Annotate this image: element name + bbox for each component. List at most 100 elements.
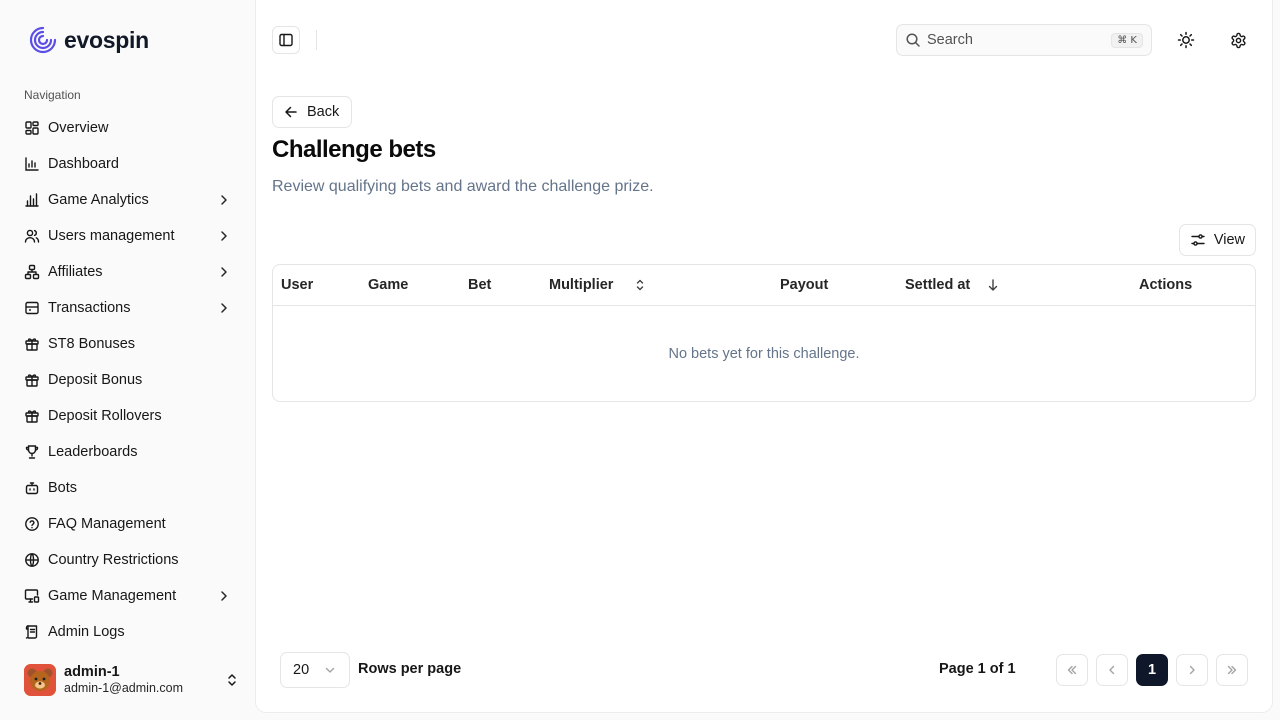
next-page-button[interactable] [1176,654,1208,686]
sidebar-item-leaderboards[interactable]: Leaderboards [16,434,240,470]
sun-icon [1177,31,1195,49]
user-email: admin-1@admin.com [64,681,183,696]
page-subtitle: Review qualifying bets and award the cha… [272,178,654,195]
gift-icon [24,336,40,352]
column-header-bet: Bet [468,277,492,293]
back-button[interactable]: Back [272,96,353,128]
column-header-user: User [281,277,314,293]
column-header-settled-at[interactable]: Settled at [905,265,1000,305]
chevron-right-icon [216,588,232,604]
column-header-payout: Payout [780,277,829,293]
sidebar-nav: Overview Dashboard Game Analytics Users … [16,110,240,650]
scroll-icon [24,624,40,640]
previous-page-button[interactable] [1096,654,1128,686]
bar-chart-icon [24,156,40,172]
gift-icon [24,372,40,388]
grid-icon [24,120,40,136]
sidebar-item-label: Affiliates [48,264,103,280]
gear-icon [1230,32,1247,49]
user-menu[interactable]: admin-1 admin-1@admin.com [24,664,240,696]
sidebar-item-label: Game Management [48,588,177,604]
search-icon [905,32,921,48]
sidebar-item-dashboard[interactable]: Dashboard [16,146,240,182]
settings-button[interactable] [1226,28,1250,52]
chevron-right-icon [216,192,232,208]
avatar [24,664,56,696]
view-options-button[interactable]: View [1178,224,1256,256]
sidebar-item-label: Users management [48,228,175,244]
sidebar-item-label: Leaderboards [48,444,138,460]
sidebar-item-users-management[interactable]: Users management [16,218,240,254]
swirl-logo-icon [28,25,58,55]
sidebar-item-game-management[interactable]: Game Management [16,578,240,614]
page-1-button[interactable]: 1 [1136,654,1168,686]
chevrons-right-icon [1225,663,1239,677]
chevron-right-icon [216,300,232,316]
sidebar-item-overview[interactable]: Overview [16,110,240,146]
search-box[interactable]: ⌘ K [896,24,1152,56]
sidebar-item-label: Deposit Bonus [48,372,143,388]
first-page-button[interactable] [1056,654,1088,686]
main-panel: ⌘ K Back Challenge bets Review qualifyin… [256,0,1272,712]
user-name: admin-1 [64,664,120,681]
sidebar-item-bots[interactable]: Bots [16,470,240,506]
view-button-label: View [1213,232,1245,248]
sidebar-item-deposit-bonus[interactable]: Deposit Bonus [16,362,240,398]
nav-section-label: Navigation [24,88,81,102]
sidebar-item-label: Deposit Rollovers [48,408,162,424]
rows-per-page-select[interactable]: 20 [280,652,350,688]
sidebar-item-label: ST8 Bonuses [48,336,136,352]
chevron-right-icon [216,264,232,280]
bot-icon [24,480,40,496]
column-header-multiplier[interactable]: Multiplier [549,265,647,305]
sidebar-item-game-analytics[interactable]: Game Analytics [16,182,240,218]
sidebar-item-label: Overview [48,120,109,136]
search-input[interactable] [927,32,1112,48]
monitor-icon [24,588,40,604]
sidebar-item-faq-management[interactable]: FAQ Management [16,506,240,542]
wallet-icon [24,300,40,316]
sidebar-item-label: Bots [48,480,78,496]
sidebar-item-label: FAQ Management [48,516,166,532]
sidebar-item-deposit-rollovers[interactable]: Deposit Rollovers [16,398,240,434]
pagination-bar: 20 Rows per page Page 1 of 1 1 [280,652,1256,688]
sidebar-item-admin-logs[interactable]: Admin Logs [16,614,240,650]
sidebar-item-label: Dashboard [48,156,119,172]
chevron-down-icon [323,663,337,677]
page-info: Page 1 of 1 [939,661,1016,677]
theme-toggle-button[interactable] [1174,28,1198,52]
trophy-icon [24,444,40,460]
chevrons-up-down-icon [224,672,240,688]
table-empty-message: No bets yet for this challenge. [668,345,860,362]
arrow-down-icon [986,278,1000,292]
sidebar-item-label: Country Restrictions [48,552,179,568]
sidebar-item-st8-bonuses[interactable]: ST8 Bonuses [16,326,240,362]
column-header-game: Game [368,277,409,293]
column-header-actions: Actions [1139,277,1193,293]
users-icon [24,228,40,244]
analytics-icon [24,192,40,208]
rows-per-page-label: Rows per page [358,661,462,677]
sidebar-item-label: Admin Logs [48,624,125,640]
sidebar-toggle-button[interactable] [272,26,300,54]
sidebar-item-affiliates[interactable]: Affiliates [16,254,240,290]
back-button-label: Back [307,104,340,120]
brand-name: evospin [64,26,149,53]
rows-per-page-value: 20 [293,662,310,678]
help-circle-icon [24,516,40,532]
network-icon [24,264,40,280]
sidebar-item-label: Game Analytics [48,192,149,208]
header-divider [316,30,317,50]
chevron-right-icon [1185,663,1199,677]
sort-toggle-icon [633,278,647,292]
sidebar-item-country-restrictions[interactable]: Country Restrictions [16,542,240,578]
sidebar-item-transactions[interactable]: Transactions [16,290,240,326]
last-page-button[interactable] [1216,654,1248,686]
gift-icon [24,408,40,424]
sliders-icon [1190,232,1206,248]
panel-left-icon [278,32,294,48]
sidebar: evospin Navigation Overview Dashboard Ga… [0,0,256,720]
globe-icon [24,552,40,568]
brand-logo[interactable]: evospin [28,25,149,55]
table-header-row: User Game Bet Multiplier Payout Settled … [273,265,1255,306]
